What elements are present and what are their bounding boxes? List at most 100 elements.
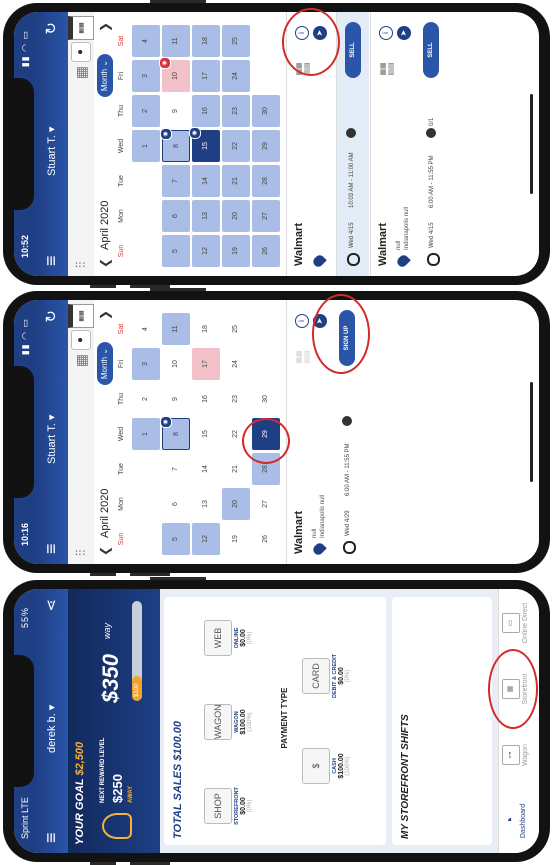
calendar-day[interactable]: 19	[222, 235, 250, 267]
calendar-day[interactable]: 17	[192, 60, 220, 92]
shift-card[interactable]: Walmart null Indianapolis null ▦▦ ▤▤ i ➤ W…	[370, 12, 451, 276]
calendar-day[interactable]: 5	[162, 235, 190, 267]
info-icon[interactable]: i	[295, 314, 309, 328]
calendar-day[interactable]: 6	[162, 488, 190, 520]
calendar-day[interactable]: 20	[222, 200, 250, 232]
calendar-day[interactable]: 16	[192, 383, 220, 415]
next-month-icon[interactable]: ❯	[98, 22, 112, 32]
channel-storefront[interactable]: SHOP STOREFRONT $0.00 (0%)	[204, 771, 253, 841]
calendar-day[interactable]: 28	[252, 165, 280, 197]
calendar-day[interactable]: 20	[222, 488, 250, 520]
calendar-day[interactable]: 10	[162, 348, 190, 380]
payment-card[interactable]: CARD DEBIT & CREDIT $0.00 (0%)	[302, 641, 351, 711]
calendar-day[interactable]: 3	[132, 60, 160, 92]
sell-button[interactable]: SELL	[423, 22, 439, 78]
prev-month-icon[interactable]: ❮	[98, 258, 112, 268]
grid-view-icon[interactable]: ▦	[73, 354, 90, 367]
calendar-day[interactable]: 21	[222, 165, 250, 197]
calendar-day[interactable]: 14	[192, 165, 220, 197]
calendar-day[interactable]: 16	[192, 95, 220, 127]
calendar-day[interactable]: 21	[222, 453, 250, 485]
user-switcher[interactable]: Stuart T. ▾	[45, 415, 58, 464]
event-badge: ◉	[160, 416, 172, 428]
calendar-day[interactable]: 4	[132, 313, 160, 345]
tab-wagon[interactable]: ⊶ Wagon	[502, 727, 529, 783]
calendar-day[interactable]: 6	[162, 200, 190, 232]
calendar-day[interactable]: 14	[192, 453, 220, 485]
share-icon[interactable]: ⋖	[42, 599, 60, 612]
calendar-day[interactable]: 11	[162, 313, 190, 345]
calendar-day[interactable]: 23	[222, 95, 250, 127]
calendar-day[interactable]: 4	[132, 25, 160, 57]
calendar-day[interactable]: 11	[162, 25, 190, 57]
next-level-amount: $250	[110, 774, 125, 803]
calendar-day[interactable]: 2	[132, 383, 160, 415]
info-icon[interactable]: i	[379, 26, 393, 40]
calendar-day[interactable]: 3	[132, 348, 160, 380]
home-indicator[interactable]	[530, 382, 533, 482]
tab-online-direct[interactable]: ▭ Online Direct	[502, 595, 529, 651]
menu-icon[interactable]: ≡	[41, 255, 61, 266]
next-month-icon[interactable]: ❯	[98, 310, 112, 320]
navigate-icon[interactable]: ➤	[397, 26, 411, 40]
calendar-day[interactable]: 17	[192, 348, 220, 380]
person-icon[interactable]: ●	[71, 42, 91, 62]
calendar-day[interactable]: 7	[162, 165, 190, 197]
calendar-day[interactable]: 24	[222, 60, 250, 92]
calendar-day[interactable]: 18	[192, 25, 220, 57]
calendar-day[interactable]: 26	[252, 235, 280, 267]
prev-month-icon[interactable]: ❮	[98, 546, 112, 556]
calendar-day[interactable]: 30	[252, 95, 280, 127]
calendar-day[interactable]: 15	[192, 418, 220, 450]
filter-icon[interactable]: ⫶⫶	[73, 550, 89, 557]
calendar-day[interactable]: 19	[222, 523, 250, 555]
sell-button[interactable]: SELL	[345, 22, 361, 78]
channel-online[interactable]: WEB ONLINE $0.00 (0%)	[204, 603, 253, 673]
calendar-day[interactable]: 5	[162, 523, 190, 555]
person-icon[interactable]: ●	[71, 330, 91, 350]
home-indicator[interactable]	[530, 94, 533, 194]
calendar-day[interactable]: 2	[132, 95, 160, 127]
calendar-day[interactable]: 23	[222, 383, 250, 415]
calendar-day[interactable]: 24	[222, 348, 250, 380]
grid-view-icon[interactable]: ▦	[73, 66, 90, 79]
calendar-day[interactable]: 1	[132, 418, 160, 450]
online-icon: ▭	[502, 613, 520, 633]
calendar-day[interactable]: 13	[192, 200, 220, 232]
channel-wagon[interactable]: WAGON WAGON $100.00 (100%)	[204, 687, 253, 757]
user-switcher[interactable]: derek b. ▾	[45, 705, 58, 753]
view-mode-button[interactable]: Month ⌄	[97, 342, 113, 386]
calendar-day[interactable]: 9	[162, 95, 190, 127]
calendar-day[interactable]: 27	[252, 488, 280, 520]
calendar-day-selected[interactable]: 15 ◉	[189, 127, 220, 162]
calendar-day[interactable]: 22	[222, 130, 250, 162]
calendar-day[interactable]: 12	[192, 235, 220, 267]
refresh-icon[interactable]: ↻	[42, 22, 60, 35]
calendar-day[interactable]: 18	[192, 313, 220, 345]
calendar-day[interactable]: 13	[192, 488, 220, 520]
menu-icon[interactable]: ≡	[41, 832, 61, 843]
payment-cash[interactable]: $ CASH $100.00 (100%)	[302, 731, 351, 801]
menu-icon[interactable]: ≡	[41, 543, 61, 554]
view-mode-button[interactable]: Month ⌄	[97, 54, 113, 98]
calendar-day[interactable]: 30	[252, 383, 280, 415]
calendar-day[interactable]: 8 ◉	[160, 416, 190, 450]
calendar-day[interactable]: 1	[132, 130, 160, 162]
calendar-day[interactable]: 10 ◉	[159, 57, 190, 92]
refresh-icon[interactable]: ↻	[42, 310, 60, 323]
tab-dashboard[interactable]: ◔ Dashboard	[502, 793, 527, 849]
filter-icon[interactable]: ⫶⫶	[73, 262, 89, 269]
calendar-day[interactable]: 25	[222, 25, 250, 57]
calendar-day[interactable]: 12	[192, 523, 220, 555]
calendar-day[interactable]: 25	[222, 313, 250, 345]
user-switcher[interactable]: Stuart T. ▾	[45, 127, 58, 176]
calendar-icon[interactable]: ▦▦	[68, 16, 94, 40]
calendar-day[interactable]: 27	[252, 200, 280, 232]
calendar-day[interactable]: 8 ◉	[160, 128, 190, 162]
calendar-day[interactable]: 29	[252, 130, 280, 162]
walmart-store-icon: ▦▦ ▤▤	[296, 350, 311, 364]
calendar-icon[interactable]: ▦▦	[68, 304, 94, 328]
calendar-day[interactable]: 26	[252, 523, 280, 555]
calendar-day[interactable]: 7	[162, 453, 190, 485]
calendar-day[interactable]: 9	[162, 383, 190, 415]
